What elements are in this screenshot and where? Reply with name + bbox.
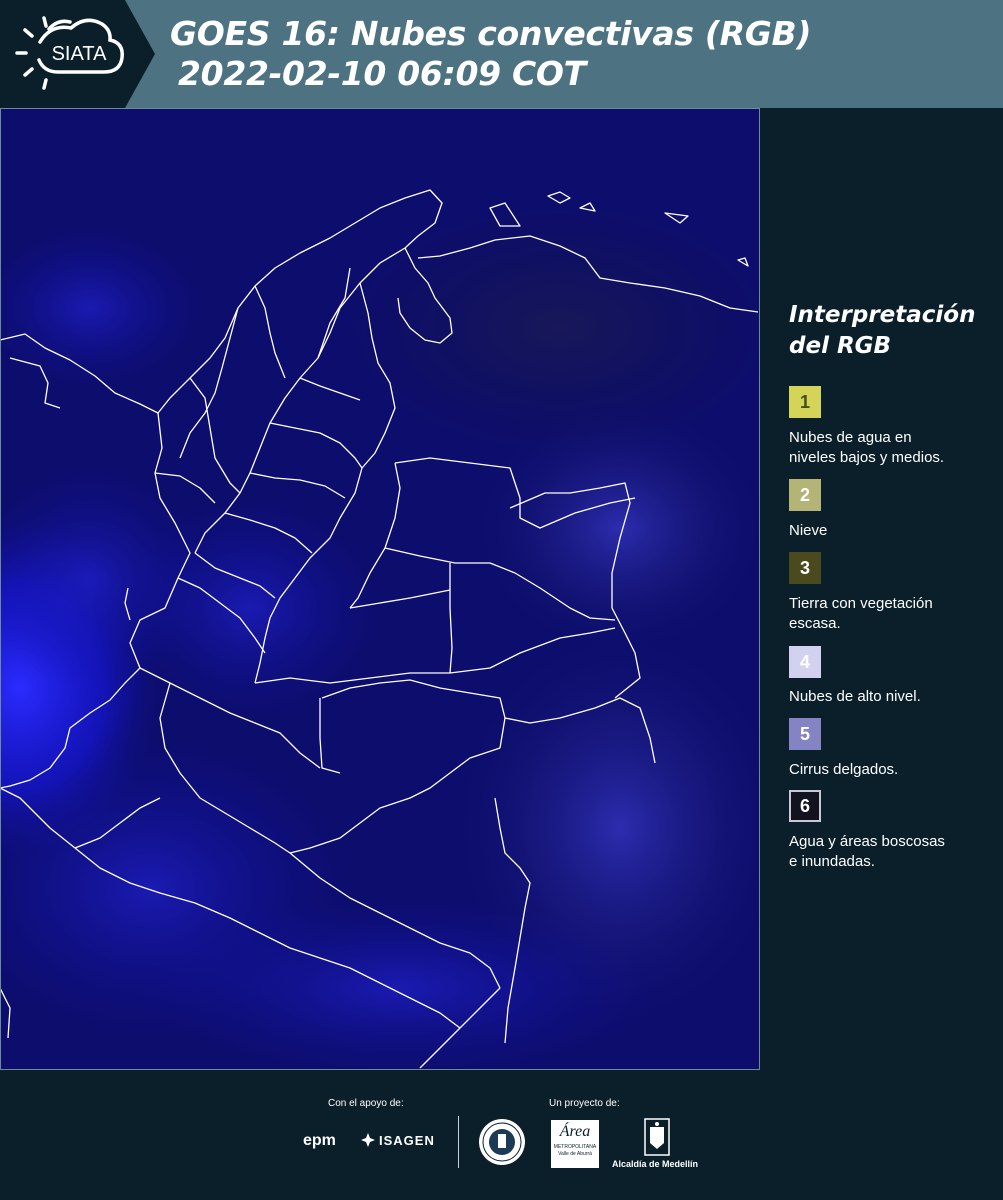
siata-logo: SIATA [0,0,155,108]
legend-swatch-6: 6 [789,790,821,822]
legend-label-5: Cirrus delgados. [789,761,899,778]
medellin-seal-logo [479,1119,525,1165]
area-metropolitana-logo: Área METROPOLITANA Valle de Aburrá [551,1120,599,1168]
footer-divider [458,1116,459,1168]
satellite-map [0,108,760,1070]
footer: Con el apoyo de: Un proyecto de: epm ISA… [0,1070,1003,1200]
legend-swatch-5: 5 [789,718,821,750]
legend-swatch-1: 1 [789,386,821,418]
legend-label-1: Nubes de agua en niveles bajos y medios. [789,429,945,466]
project-label: Un proyecto de: [549,1098,620,1109]
isagen-logo: ISAGEN [360,1132,435,1148]
legend-label-6: Agua y áreas boscosas e inundadas. [789,833,945,870]
legend-swatch-2: 2 [789,479,821,511]
legend-title-line2: del RGB [789,333,892,359]
legend-swatch-4: 4 [789,646,821,678]
siata-logo-text: SIATA [52,43,107,65]
legend-title-line1: Interpretación [789,302,976,328]
alcaldia-logo-text: Alcaldía de Medellín [612,1159,699,1169]
page-timestamp: 2022-02-10 06:09 COT [178,54,586,93]
legend-swatch-3: 3 [789,552,821,584]
header-bar: SIATA GOES 16: Nubes convectivas (RGB) 2… [0,0,1003,108]
isagen-mark-icon [361,1133,375,1147]
legend-title: Interpretación del RGB [789,300,999,362]
epm-logo: epm [303,1132,336,1149]
alcaldia-shield-icon [644,1118,670,1156]
legend-label-4: Nubes de alto nivel. [789,688,921,705]
support-label: Con el apoyo de: [328,1098,404,1109]
legend-label-3: Tierra con vegetación escasa. [789,595,933,632]
page-title: GOES 16: Nubes convectivas (RGB) [170,14,812,53]
legend-label-2: Nieve [789,522,828,539]
